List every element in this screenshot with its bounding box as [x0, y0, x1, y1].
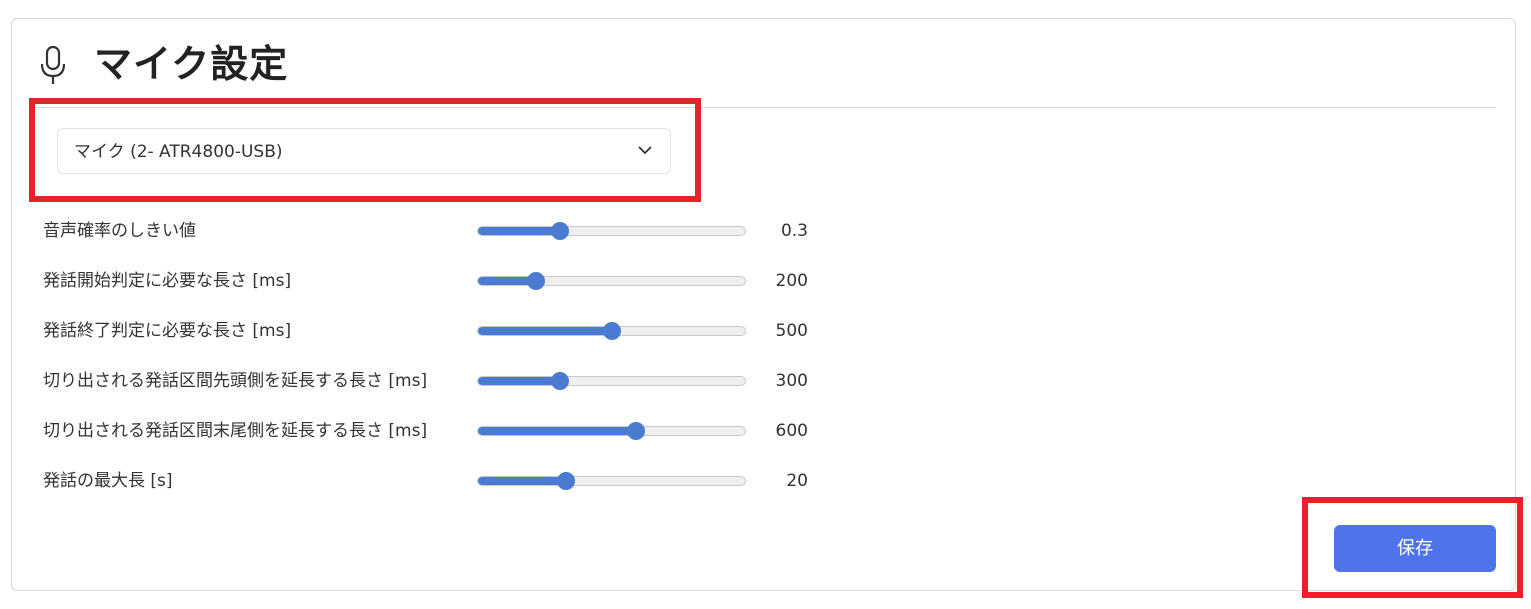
slider-track	[477, 226, 746, 236]
speech-end-length-slider[interactable]	[477, 322, 746, 340]
setting-row-max-speech-length: 発話の最大長 [s] 20	[43, 466, 823, 496]
setting-value: 300	[775, 371, 808, 391]
microphone-icon	[40, 45, 66, 84]
setting-label: 切り出される発話区間先頭側を延長する長さ [ms]	[43, 371, 428, 391]
slider-fill	[478, 227, 561, 235]
setting-label: 音声確率のしきい値	[43, 221, 196, 241]
microphone-select[interactable]: マイク (2- ATR4800-USB)	[57, 128, 671, 174]
setting-value: 200	[775, 271, 808, 291]
mic-settings-panel: マイク設定	[11, 18, 1516, 591]
slider-thumb[interactable]	[602, 322, 621, 340]
setting-label: 切り出される発話区間末尾側を延長する長さ [ms]	[43, 421, 428, 441]
head-padding-slider[interactable]	[477, 372, 746, 390]
speech-start-length-slider[interactable]	[477, 272, 746, 290]
slider-thumb[interactable]	[551, 222, 570, 240]
setting-row-speech-threshold: 音声確率のしきい値 0.3	[43, 216, 823, 246]
setting-label: 発話の最大長 [s]	[43, 471, 173, 491]
setting-label: 発話開始判定に必要な長さ [ms]	[43, 271, 292, 291]
slider-track	[477, 426, 746, 436]
setting-row-speech-end-length: 発話終了判定に必要な長さ [ms] 500	[43, 316, 823, 346]
slider-fill	[478, 477, 567, 485]
max-speech-length-slider[interactable]	[477, 472, 746, 490]
setting-value: 500	[775, 321, 808, 341]
setting-value: 0.3	[780, 221, 808, 241]
setting-row-speech-start-length: 発話開始判定に必要な長さ [ms] 200	[43, 266, 823, 296]
setting-row-tail-padding: 切り出される発話区間末尾側を延長する長さ [ms] 600	[43, 416, 823, 446]
slider-fill	[478, 327, 612, 335]
setting-label: 発話終了判定に必要な長さ [ms]	[43, 321, 292, 341]
slider-thumb[interactable]	[527, 272, 546, 290]
slider-track	[477, 276, 746, 286]
chevron-down-icon	[638, 146, 652, 155]
header-divider	[29, 107, 1496, 108]
slider-track	[477, 476, 746, 486]
setting-row-head-padding: 切り出される発話区間先頭側を延長する長さ [ms] 300	[43, 366, 823, 396]
page-title: マイク設定	[94, 42, 289, 86]
slider-fill	[478, 427, 636, 435]
slider-thumb[interactable]	[551, 372, 570, 390]
speech-threshold-slider[interactable]	[477, 222, 746, 240]
slider-thumb[interactable]	[556, 472, 575, 490]
slider-track	[477, 376, 746, 386]
slider-thumb[interactable]	[626, 422, 645, 440]
save-button[interactable]: 保存	[1334, 525, 1496, 572]
slider-fill	[478, 377, 561, 385]
panel-header: マイク設定	[12, 19, 1515, 109]
setting-value: 20	[786, 471, 808, 491]
setting-value: 600	[775, 421, 808, 441]
microphone-select-value: マイク (2- ATR4800-USB)	[74, 142, 283, 162]
tail-padding-slider[interactable]	[477, 422, 746, 440]
